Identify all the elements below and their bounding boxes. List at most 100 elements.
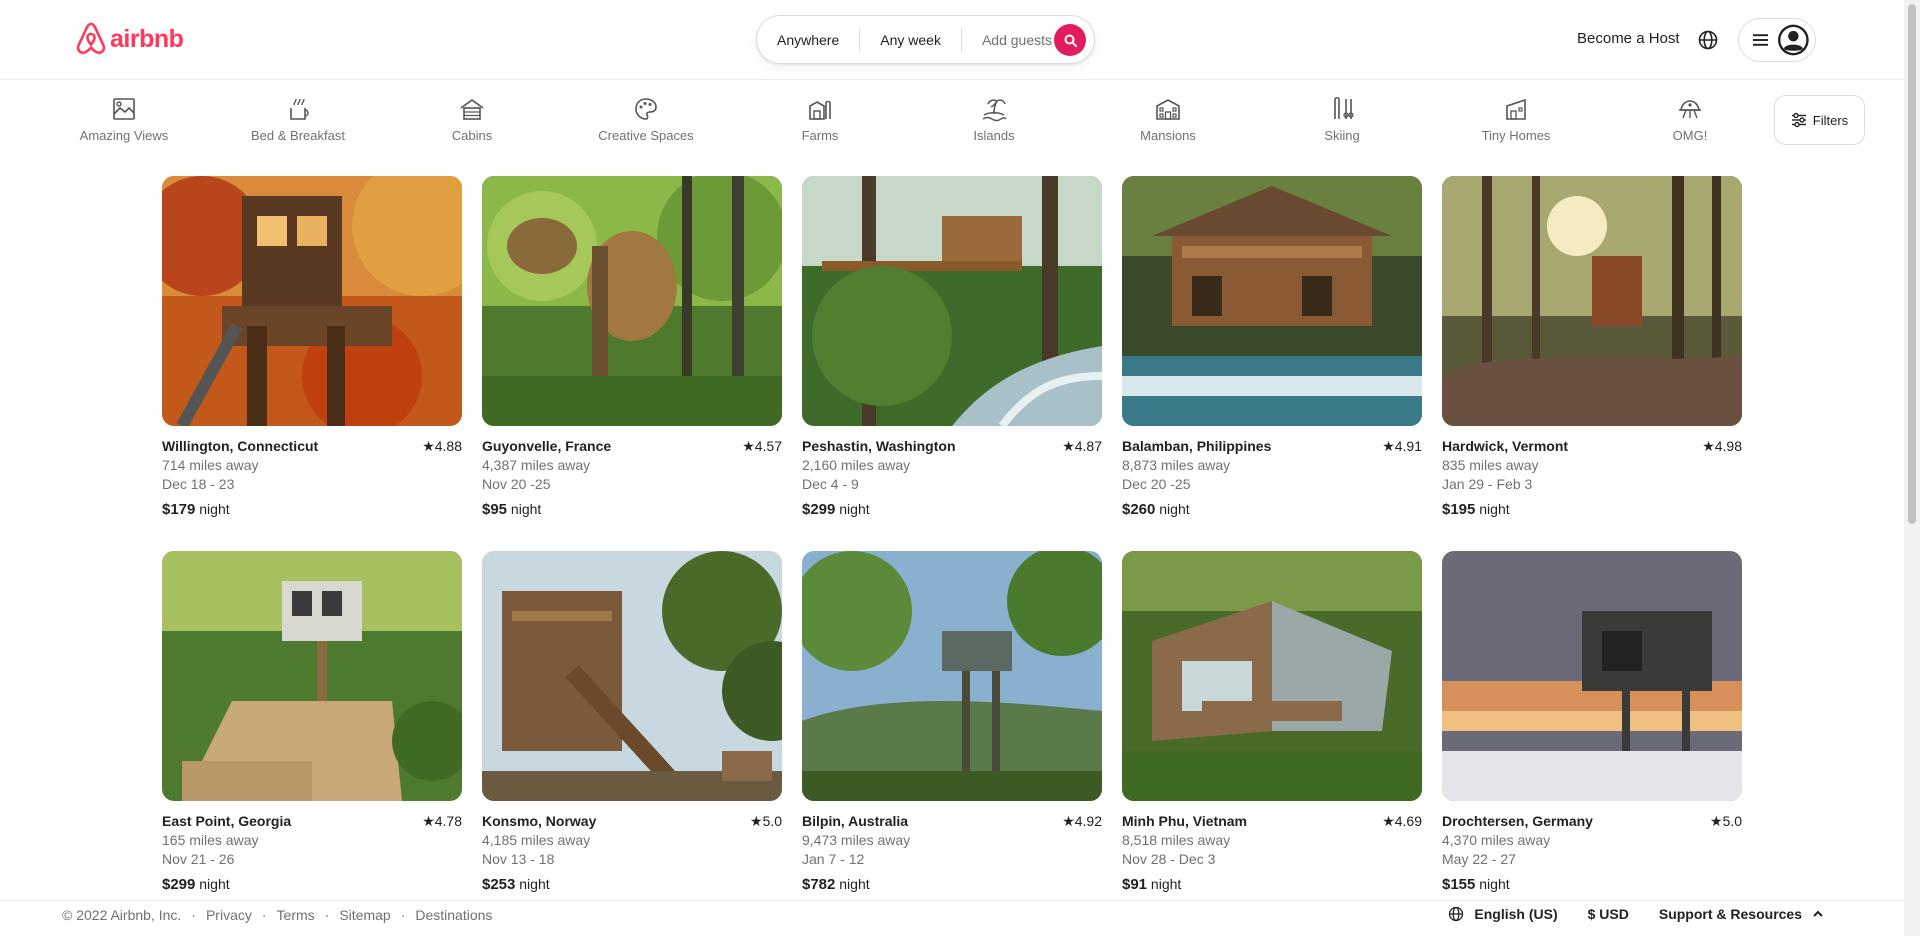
listing-dates: Nov 21 - 26 bbox=[162, 851, 235, 867]
listing-card[interactable]: East Point, Georgia ★4.78 165 miles away… bbox=[162, 551, 462, 894]
scrollbar-thumb[interactable] bbox=[1908, 4, 1916, 524]
listing-photo[interactable] bbox=[802, 551, 1102, 801]
listing-card[interactable]: Hardwick, Vermont ★4.98 835 miles away J… bbox=[1442, 176, 1742, 519]
currency-selector[interactable]: $ USD bbox=[1588, 906, 1629, 922]
category-amazing-views[interactable]: Amazing Views bbox=[54, 96, 194, 143]
listing-price: $782 bbox=[802, 876, 836, 893]
listing-location: Balamban, Philippines bbox=[1122, 438, 1272, 454]
search-any-week[interactable]: Any week bbox=[860, 28, 961, 52]
listing-price-unit: night bbox=[199, 876, 230, 892]
category-mansions[interactable]: Mansions bbox=[1098, 96, 1238, 143]
listing-photo[interactable] bbox=[802, 176, 1102, 426]
airbnb-logo-icon bbox=[76, 22, 106, 55]
category-label: Tiny Homes bbox=[1481, 128, 1551, 143]
listing-dates: Jan 29 - Feb 3 bbox=[1442, 476, 1533, 492]
listing-dates: Dec 4 - 9 bbox=[802, 476, 859, 492]
listing-photo[interactable] bbox=[1122, 176, 1422, 426]
listing-card[interactable]: Peshastin, Washington ★4.87 2,160 miles … bbox=[802, 176, 1102, 519]
listing-distance: 4,185 miles away bbox=[482, 832, 591, 848]
category-farms[interactable]: Farms bbox=[750, 96, 890, 143]
listing-photo[interactable] bbox=[1442, 551, 1742, 801]
search-bar[interactable]: Anywhere Any week Add guests bbox=[756, 15, 1095, 64]
sitemap-link[interactable]: Sitemap bbox=[339, 907, 390, 923]
listing-location: Bilpin, Australia bbox=[802, 813, 909, 829]
category-tiny-homes[interactable]: Tiny Homes bbox=[1446, 96, 1586, 143]
treehouse-photo-image bbox=[802, 176, 1102, 426]
category-label: Mansions bbox=[1140, 128, 1196, 143]
search-button[interactable] bbox=[1054, 24, 1086, 56]
listing-location: Konsmo, Norway bbox=[482, 813, 597, 829]
listing-card[interactable]: Bilpin, Australia ★4.92 9,473 miles away… bbox=[802, 551, 1102, 894]
listing-rating: ★5.0 bbox=[749, 813, 782, 829]
listing-card[interactable]: Minh Phu, Vietnam ★4.69 8,518 miles away… bbox=[1122, 551, 1422, 894]
listing-location: Willington, Connecticut bbox=[162, 438, 319, 454]
category-bed-breakfast[interactable]: Bed & Breakfast bbox=[228, 96, 368, 143]
listing-card[interactable]: Willington, Connecticut ★4.88 714 miles … bbox=[162, 176, 462, 519]
listing-dates: Nov 20 -25 bbox=[482, 476, 551, 492]
category-creative-spaces[interactable]: Creative Spaces bbox=[576, 96, 716, 143]
separator-dot: · bbox=[261, 907, 267, 923]
listing-price-row: $195 night bbox=[1442, 500, 1742, 519]
mansions-icon bbox=[1156, 99, 1180, 120]
listing-photo[interactable] bbox=[482, 176, 782, 426]
omg-icon bbox=[1679, 100, 1701, 119]
listing-distance: 4,370 miles away bbox=[1442, 832, 1551, 848]
listing-card[interactable]: Balamban, Philippines ★4.91 8,873 miles … bbox=[1122, 176, 1422, 519]
listing-rating: ★5.0 bbox=[1709, 813, 1742, 829]
category-skiing[interactable]: Skiing bbox=[1272, 96, 1412, 143]
listing-rating: ★4.91 bbox=[1382, 438, 1422, 454]
listing-distance: 8,518 miles away bbox=[1122, 832, 1231, 848]
treehouse-photo-image bbox=[162, 176, 462, 426]
category-omg[interactable]: OMG! bbox=[1620, 96, 1760, 143]
listing-location: Guyonvelle, France bbox=[482, 438, 612, 454]
listing-dates: Jan 7 - 12 bbox=[802, 851, 865, 867]
privacy-link[interactable]: Privacy bbox=[206, 907, 252, 923]
search-anywhere[interactable]: Anywhere bbox=[757, 28, 859, 52]
footer-settings: English (US) $ USD Support & Resources bbox=[1448, 906, 1824, 922]
listing-distance: 714 miles away bbox=[162, 457, 259, 473]
category-cabins[interactable]: Cabins bbox=[402, 96, 542, 143]
listing-photo[interactable] bbox=[162, 551, 462, 801]
listing-dates: Dec 18 - 23 bbox=[162, 476, 235, 492]
listing-price-row: $155 night bbox=[1442, 875, 1742, 894]
become-host-link[interactable]: Become a Host bbox=[1577, 30, 1680, 47]
listing-card[interactable]: Konsmo, Norway ★5.0 4,185 miles away Nov… bbox=[482, 551, 782, 894]
language-selector[interactable]: English (US) bbox=[1448, 906, 1558, 922]
listing-photo[interactable] bbox=[162, 176, 462, 426]
listing-dates: Nov 13 - 18 bbox=[482, 851, 555, 867]
page-scrollbar[interactable] bbox=[1904, 0, 1920, 936]
filters-button[interactable]: Filters bbox=[1774, 95, 1865, 145]
listing-price-unit: night bbox=[839, 876, 870, 892]
listing-rating: ★4.87 bbox=[1062, 438, 1102, 454]
support-resources-button[interactable]: Support & Resources bbox=[1659, 906, 1824, 922]
listing-price: $260 bbox=[1122, 501, 1156, 518]
copyright-text: © 2022 Airbnb, Inc. bbox=[62, 907, 182, 923]
separator-dot: · bbox=[324, 907, 330, 923]
listing-photo[interactable] bbox=[482, 551, 782, 801]
listing-distance: 9,473 miles away bbox=[802, 832, 911, 848]
language-label: English (US) bbox=[1474, 906, 1558, 922]
footer-links: © 2022 Airbnb, Inc. · Privacy · Terms · … bbox=[62, 907, 492, 923]
listing-price-row: $299 night bbox=[162, 875, 462, 894]
listing-price: $299 bbox=[802, 501, 836, 518]
treehouse-photo-image bbox=[802, 551, 1102, 801]
terms-link[interactable]: Terms bbox=[277, 907, 315, 923]
category-label: Farms bbox=[801, 128, 839, 143]
user-menu-button[interactable] bbox=[1738, 18, 1816, 62]
creative-spaces-icon bbox=[635, 98, 657, 120]
listing-distance: 835 miles away bbox=[1442, 457, 1539, 473]
listing-price: $253 bbox=[482, 876, 516, 893]
category-islands[interactable]: Islands bbox=[924, 96, 1064, 143]
listing-photo[interactable] bbox=[1122, 551, 1422, 801]
globe-icon[interactable] bbox=[1697, 29, 1719, 51]
listing-price: $299 bbox=[162, 876, 196, 893]
listing-photo[interactable] bbox=[1442, 176, 1742, 426]
listing-card[interactable]: Guyonvelle, France ★4.57 4,387 miles awa… bbox=[482, 176, 782, 519]
listing-card[interactable]: Drochtersen, Germany ★5.0 4,370 miles aw… bbox=[1442, 551, 1742, 894]
airbnb-logo[interactable]: airbnb bbox=[75, 22, 184, 56]
listing-location: Drochtersen, Germany bbox=[1442, 813, 1593, 829]
treehouse-photo-image bbox=[162, 551, 462, 801]
listing-price-unit: night bbox=[1159, 501, 1190, 517]
destinations-link[interactable]: Destinations bbox=[415, 907, 492, 923]
treehouse-photo-image bbox=[1122, 551, 1422, 801]
